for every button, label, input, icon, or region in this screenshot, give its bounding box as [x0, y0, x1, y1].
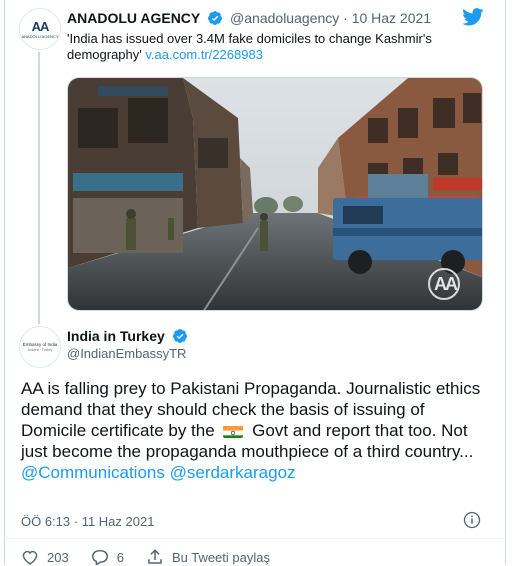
reply-author-name[interactable]: India in Turkey	[67, 328, 165, 344]
share-button[interactable]: Bu Tweeti paylaş	[146, 548, 270, 566]
quoted-tweet-header: ANADOLU AGENCY @anadoluagency · 10 Haz 2…	[67, 10, 431, 26]
mention-communications[interactable]: @Communications	[21, 463, 165, 482]
embassy-avatar[interactable]: Embassy of India Ankara · Turkey	[19, 326, 61, 368]
reply-icon	[91, 550, 108, 565]
heart-icon	[22, 550, 38, 565]
share-label: Bu Tweeti paylaş	[171, 549, 270, 565]
like-count: 203	[47, 549, 69, 565]
reply-tweet-body: AA is falling prey to Pakistani Propagan…	[21, 378, 491, 483]
avatar-logo-subtext: ANADOLU AGENCY	[21, 33, 59, 39]
avatar-logo-text: AA	[31, 18, 50, 34]
header-separator: ·	[343, 10, 348, 26]
avatar-line2: Ankara · Turkey	[27, 348, 53, 352]
street-photo[interactable]: AA	[67, 77, 483, 311]
reply-count: 6	[116, 549, 124, 565]
like-button[interactable]: 203	[21, 549, 69, 565]
share-icon	[148, 549, 162, 564]
reply-author-handle[interactable]: @IndianEmbassyTR	[67, 346, 186, 361]
verified-badge-icon	[208, 11, 223, 25]
india-flag-icon	[223, 424, 244, 438]
verified-badge-icon	[172, 329, 187, 343]
street-photo-image	[68, 78, 482, 310]
twitter-bird-icon[interactable]	[462, 8, 484, 26]
quoted-author-name[interactable]: ANADOLU AGENCY	[67, 10, 200, 26]
tweet-actions: 203 6 Bu Tweeti paylaş	[21, 548, 292, 566]
avatar-line1: Embassy of India	[22, 342, 58, 347]
quoted-tweet-date[interactable]: 10 Haz 2021	[352, 10, 431, 26]
thread-line	[38, 52, 40, 324]
reply-author-row: India in Turkey	[67, 328, 191, 344]
quoted-tweet-link[interactable]: v.aa.com.tr/2268983	[145, 47, 263, 62]
info-icon[interactable]	[463, 511, 481, 529]
watermark-logo-text: AA	[434, 274, 458, 294]
reply-button[interactable]: 6	[91, 549, 124, 565]
quoted-tweet-text: 'India has issued over 3.4M fake domicil…	[67, 31, 477, 63]
quoted-author-handle[interactable]: @anadoluagency	[230, 10, 339, 26]
tweet-timestamp[interactable]: ÖÖ 6:13 · 11 Haz 2021	[21, 514, 154, 529]
mention-serdarkaragoz[interactable]: @serdarkaragoz	[170, 463, 296, 482]
actions-divider	[4, 538, 506, 539]
anadolu-avatar[interactable]: AA ANADOLU AGENCY	[19, 8, 61, 50]
